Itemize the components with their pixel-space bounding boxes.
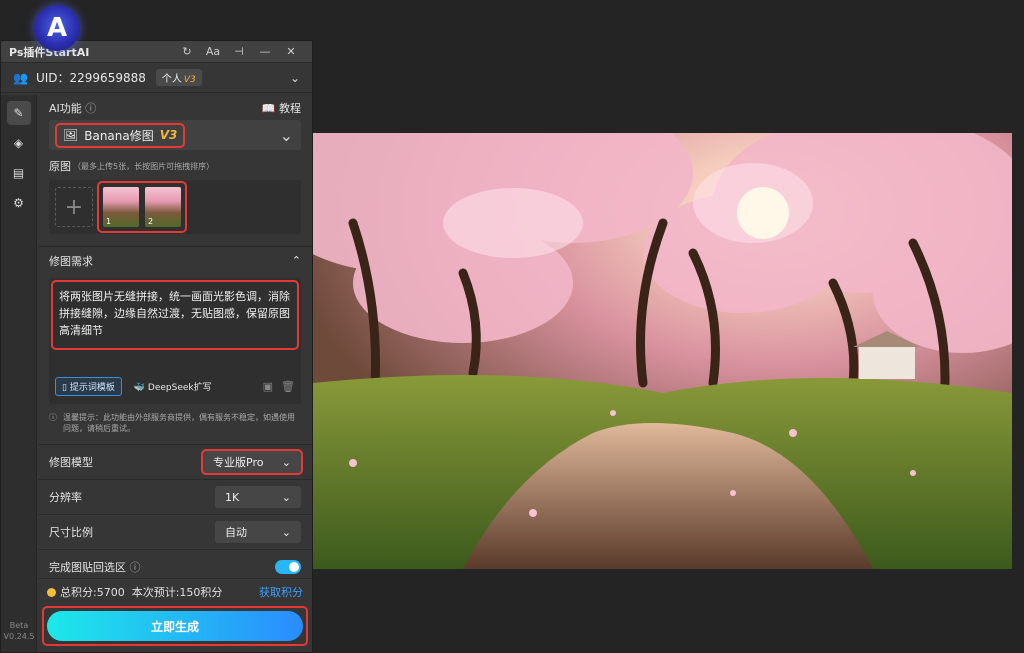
history-icon[interactable]: ▣ <box>263 380 273 393</box>
model-select[interactable]: 专业版Pro ⌄ <box>201 449 303 475</box>
chevron-down-icon: ⌄ <box>281 525 291 539</box>
paste-toggle[interactable] <box>275 560 301 574</box>
font-size-icon[interactable]: Aa <box>200 45 226 58</box>
get-points-link[interactable]: 获取积分 <box>259 584 303 600</box>
gear-icon[interactable]: ⚙ <box>7 191 31 215</box>
thumbnail-list: 1 2 <box>97 181 187 233</box>
minimize-icon[interactable]: — <box>252 45 278 58</box>
request-box: 将两张图片无缝拼接，统一画面光影色调，消除拼接缝隙，边缘自然过渡，无贴图感，保留… <box>49 278 301 404</box>
original-header: 原图 （最多上传5张，长按图片可拖拽排序） <box>49 160 215 173</box>
info-icon: ⓘ <box>129 561 141 574</box>
request-tools: ▯ 提示词模板 🐳 DeepSeek扩写 ▣ 🗑 <box>55 377 295 396</box>
coin-icon <box>47 587 56 597</box>
footer: 总积分:5700 本次预计:150积分 获取积分 立即生成 <box>38 578 312 652</box>
pin-icon[interactable]: ⊣ <box>226 45 252 58</box>
layers-icon[interactable]: ◈ <box>7 131 31 155</box>
clipboard-icon[interactable]: ▤ <box>7 161 31 185</box>
request-textarea[interactable]: 将两张图片无缝拼接，统一画面光影色调，消除拼接缝隙，边缘自然过渡，无贴图感，保留… <box>51 280 299 350</box>
add-image-button[interactable]: + <box>55 187 93 227</box>
original-images: + 1 2 <box>49 180 301 234</box>
chevron-down-icon: ⌄ <box>281 455 291 469</box>
chevron-down-icon: ⌄ <box>281 490 291 504</box>
model-option-row: 修图模型 专业版Pro ⌄ <box>38 444 312 479</box>
sidebar: ✎ ◈ ▤ ⚙ Beta V0.24.5 <box>1 95 37 652</box>
ratio-select[interactable]: 自动 ⌄ <box>215 521 301 543</box>
chevron-up-icon[interactable]: ⌃ <box>292 254 301 267</box>
close-icon[interactable]: ✕ <box>278 45 304 58</box>
chevron-down-icon[interactable]: ⌄ <box>290 71 300 85</box>
pen-icon[interactable]: ✎ <box>6 101 31 125</box>
book-icon: 📖 <box>261 101 276 115</box>
main-content: AI功能 ⓘ 📖 教程 🖼 Banana修图 V3 ⌄ 原图 （最多上传5张，长按图片… <box>38 95 312 652</box>
resolution-select[interactable]: 1K ⌄ <box>215 486 301 508</box>
chevron-down-icon[interactable]: ⌄ <box>280 126 293 145</box>
info-icon: ⓘ <box>49 413 57 422</box>
image-icon: 🖼 <box>63 128 79 142</box>
generate-wrap: 立即生成 <box>42 606 308 646</box>
tip-text: ⓘ 温馨提示：此功能由外部服务商提供，偶有服务不稳定，如遇使用问题，请稍后重试。 <box>49 413 295 433</box>
users-icon: 👥 <box>13 70 28 85</box>
thumbnail-2[interactable]: 2 <box>145 187 181 227</box>
app-logo: A <box>34 5 80 51</box>
user-id: UID：2299659888 <box>35 71 146 85</box>
window-title: Ps插件StartAI <box>9 45 90 59</box>
ai-function-header: AI功能 ⓘ 📖 教程 <box>38 95 312 120</box>
thumbnail-1[interactable]: 1 <box>103 187 139 227</box>
deepseek-button[interactable]: 🐳 DeepSeek扩写 <box>130 378 216 395</box>
cherry-blossom-scene <box>313 133 1012 569</box>
canvas-image <box>313 133 1012 569</box>
user-bar[interactable]: 👥 UID：2299659888 个人 V3 ⌄ <box>1 63 312 93</box>
tutorial-link[interactable]: 📖 教程 <box>262 100 301 116</box>
refresh-icon[interactable]: ↻ <box>174 45 200 58</box>
points-bar: 总积分:5700 本次预计:150积分 获取积分 <box>38 581 312 603</box>
generate-button[interactable]: 立即生成 <box>47 611 303 641</box>
trash-icon[interactable]: 🗑 <box>281 380 295 393</box>
prompt-template-button[interactable]: ▯ 提示词模板 <box>55 377 122 396</box>
plan-badge: 个人 V3 <box>155 69 202 86</box>
version-label: Beta V0.24.5 <box>3 621 35 641</box>
request-header[interactable]: 修图需求 ⌃ <box>38 246 312 274</box>
resolution-option-row: 分辨率 1K ⌄ <box>38 479 312 514</box>
ai-function-label: AI功能 <box>49 101 82 115</box>
plugin-panel: Ps插件StartAI ↻ Aa ⊣ — ✕ 👥 UID：2299659888 … <box>0 40 313 653</box>
ai-model-label: 🖼 Banana修图 V3 <box>54 122 186 148</box>
ratio-option-row: 尺寸比例 自动 ⌄ <box>38 514 312 549</box>
ai-model-select[interactable]: 🖼 Banana修图 V3 ⌄ <box>49 120 301 150</box>
info-icon: ⓘ <box>85 101 97 115</box>
